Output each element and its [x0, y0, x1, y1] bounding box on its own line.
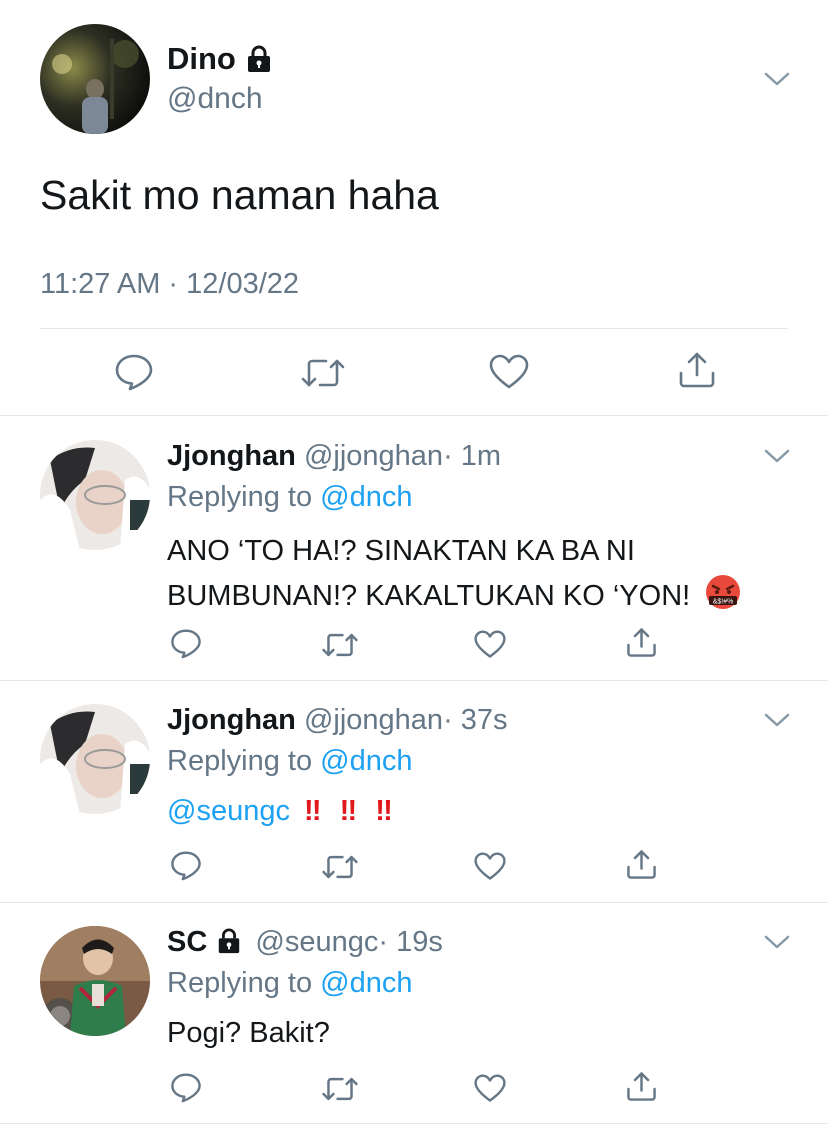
tweet-timestamp[interactable]: 11:27 AM · 12/03/22	[40, 265, 299, 303]
retweet-icon[interactable]	[321, 853, 359, 881]
reply-icon[interactable]	[114, 353, 154, 391]
reply-time[interactable]: · 19s	[378, 926, 442, 958]
chevron-down-icon[interactable]	[764, 71, 790, 87]
chevron-down-icon[interactable]	[764, 934, 790, 950]
share-icon[interactable]	[626, 1071, 657, 1102]
reply-text: Pogi? Bakit?	[167, 1017, 330, 1049]
replying-handle-link[interactable]: @dnch	[320, 481, 412, 513]
reply-text-line: BUMBUNAN!? KAKALTUKAN KO ‘YON!	[167, 580, 691, 612]
author-name[interactable]: Jjonghan	[167, 704, 296, 736]
face-with-symbols-on-mouth-icon: &$!#%	[704, 573, 742, 624]
replying-label: Replying to	[167, 967, 313, 999]
divider	[0, 902, 828, 903]
double-exclamation-icon: ‼	[339, 795, 358, 827]
replying-handle-link[interactable]: @dnch	[320, 967, 412, 999]
avatar[interactable]	[40, 704, 150, 814]
reply-text: @seungc ‼ ‼ ‼	[167, 790, 393, 833]
reply-icon[interactable]	[170, 628, 202, 659]
author-handle[interactable]: @dnch	[167, 80, 263, 118]
retweet-icon[interactable]	[321, 1075, 359, 1103]
divider	[0, 415, 828, 416]
mention-link[interactable]: @seungc	[167, 795, 290, 827]
divider	[0, 680, 828, 681]
author-name[interactable]: Jjonghan	[167, 440, 296, 472]
tweet-text: Sakit mo naman haha	[40, 172, 439, 218]
author-handle[interactable]: @jjonghan	[304, 704, 443, 736]
share-icon[interactable]	[626, 849, 657, 880]
retweet-icon[interactable]	[300, 356, 346, 390]
lock-icon	[244, 45, 274, 73]
author-handle[interactable]: @jjonghan	[304, 440, 443, 472]
author-handle[interactable]: @seungc	[255, 926, 378, 958]
replying-to: Replying to @dnch	[167, 965, 412, 1001]
author-name[interactable]: SC	[167, 926, 207, 958]
replying-to: Replying to @dnch	[167, 479, 412, 515]
reply-header: SC @seungc· 19s	[167, 924, 443, 960]
svg-text:&$!#%: &$!#%	[713, 599, 734, 606]
avatar[interactable]	[40, 926, 150, 1036]
reply-icon[interactable]	[170, 1072, 202, 1103]
chevron-down-icon[interactable]	[764, 712, 790, 728]
like-icon[interactable]	[474, 1074, 506, 1103]
lock-icon	[215, 928, 243, 954]
chevron-down-icon[interactable]	[764, 448, 790, 464]
replying-to: Replying to @dnch	[167, 743, 412, 779]
share-icon[interactable]	[678, 351, 716, 389]
replying-handle-link[interactable]: @dnch	[320, 745, 412, 777]
reply-time[interactable]: · 37s	[443, 704, 507, 736]
like-icon[interactable]	[474, 630, 506, 659]
reply-header: Jjonghan @jjonghan· 1m	[167, 438, 501, 474]
reply-text-line: ANO ‘TO HA!? SINAKTAN KA BA NI	[167, 535, 635, 567]
reply-time[interactable]: · 1m	[443, 440, 501, 472]
replying-label: Replying to	[167, 481, 313, 513]
retweet-icon[interactable]	[321, 631, 359, 659]
avatar[interactable]	[40, 24, 150, 134]
like-icon[interactable]	[489, 354, 529, 390]
double-exclamation-icon: ‼	[304, 795, 322, 827]
like-icon[interactable]	[474, 852, 506, 881]
divider	[40, 328, 788, 329]
reply-header: Jjonghan @jjonghan· 37s	[167, 702, 508, 738]
reply-icon[interactable]	[170, 850, 202, 881]
double-exclamation-icon: ‼	[375, 795, 393, 827]
author-name[interactable]: Dino	[167, 40, 236, 78]
avatar[interactable]	[40, 440, 150, 550]
divider	[0, 1123, 828, 1124]
share-icon[interactable]	[626, 627, 657, 658]
reply-text: ANO ‘TO HA!? SINAKTAN KA BA NI BUMBUNAN!…	[167, 530, 742, 624]
replying-label: Replying to	[167, 745, 313, 777]
